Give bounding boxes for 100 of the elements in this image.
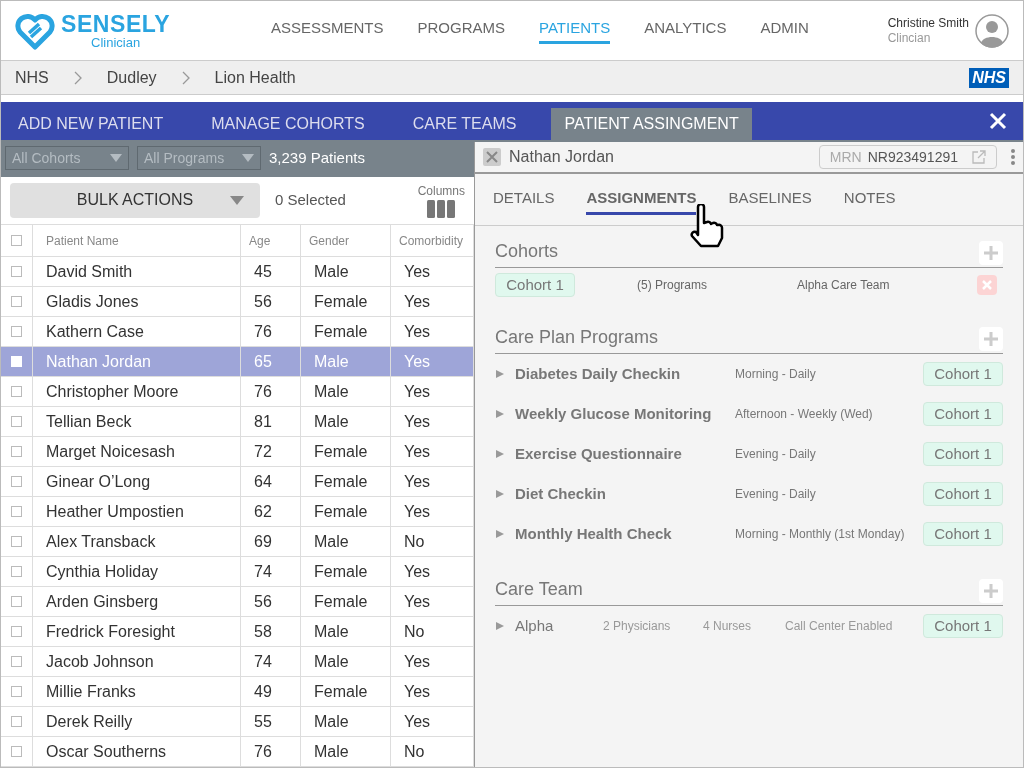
action-tab[interactable]: PATIENT ASSINGMENT (551, 108, 752, 140)
remove-button[interactable] (977, 275, 997, 295)
cohort-tag: Cohort 1 (923, 362, 1003, 386)
program-schedule: Evening - Daily (735, 486, 816, 503)
checkbox[interactable] (11, 716, 22, 727)
table-cell: Female (301, 467, 391, 497)
caret-icon (110, 154, 122, 163)
expand-arrow-icon[interactable] (495, 369, 505, 379)
table-cell: Male (301, 377, 391, 407)
add-button[interactable] (979, 327, 1003, 351)
nav-tab[interactable]: ADMIN (760, 16, 809, 45)
table-cell: Marget Noicesash (33, 437, 241, 467)
selected-count: 0 Selected (275, 190, 346, 211)
table-cell: Yes (391, 347, 474, 377)
breadcrumb-link[interactable]: Lion Health (214, 65, 296, 90)
close-icon[interactable] (989, 112, 1007, 130)
table-cell: 49 (241, 677, 301, 707)
table-cell: Male (301, 257, 391, 287)
checkbox[interactable] (11, 626, 22, 637)
checkbox[interactable] (11, 566, 22, 577)
column-header[interactable]: Age (241, 225, 301, 257)
checkbox[interactable] (11, 326, 22, 337)
more-options-icon[interactable] (1011, 149, 1015, 165)
call-center-status: Call Center Enabled (785, 618, 893, 635)
nav-tab[interactable]: PROGRAMS (417, 16, 506, 45)
panel-tab[interactable]: ASSIGNMENTS (586, 184, 697, 215)
cohort-tag: Cohort 1 (923, 402, 1003, 426)
table-cell: David Smith (33, 257, 241, 287)
table-cell: Female (301, 677, 391, 707)
checkbox[interactable] (11, 506, 22, 517)
program-name[interactable]: Diabetes Daily Checkin (515, 362, 735, 386)
checkbox[interactable] (11, 446, 22, 457)
breadcrumb-link[interactable]: NHS (15, 65, 49, 90)
external-link-icon[interactable] (972, 150, 986, 164)
expand-arrow-icon[interactable] (495, 621, 505, 631)
table-cell: 55 (241, 707, 301, 737)
expand-arrow-icon[interactable] (495, 529, 505, 539)
action-tab[interactable]: MANAGE COHORTS (198, 108, 378, 140)
checkbox[interactable] (11, 296, 22, 307)
checkbox[interactable] (11, 386, 22, 397)
table-cell: Christopher Moore (33, 377, 241, 407)
checkbox[interactable] (11, 476, 22, 487)
add-button[interactable] (979, 241, 1003, 265)
panel-tab[interactable]: NOTES (843, 184, 896, 215)
patient-count: 3,239 Patients (269, 148, 365, 169)
checkbox[interactable] (11, 656, 22, 667)
checkbox[interactable] (11, 266, 22, 277)
panel-tab[interactable]: BASELINES (728, 184, 812, 215)
table-cell: Male (301, 707, 391, 737)
column-header[interactable]: Gender (301, 225, 391, 257)
expand-arrow-icon[interactable] (495, 449, 505, 459)
table-cell: 74 (241, 647, 301, 677)
action-tab[interactable]: CARE TEAMS (399, 108, 530, 140)
columns-icon[interactable] (427, 200, 456, 219)
column-header[interactable]: Patient Name (33, 225, 241, 257)
table-cell: 81 (241, 407, 301, 437)
action-tab[interactable]: ADD NEW PATIENT (5, 108, 177, 140)
program-name[interactable]: Diet Checkin (515, 482, 735, 506)
checkbox[interactable] (11, 235, 22, 246)
nav-tab[interactable]: ASSESSMENTS (271, 16, 384, 45)
cohort-tag: Cohort 1 (923, 442, 1003, 466)
checkbox[interactable] (11, 416, 22, 427)
table-cell: Millie Franks (33, 677, 241, 707)
program-name[interactable]: Monthly Health Check (515, 522, 735, 546)
cohort-tag: Cohort 1 (923, 522, 1003, 546)
nav-tab[interactable]: PATIENTS (539, 16, 611, 45)
program-schedule: Afternoon - Weekly (Wed) (735, 406, 873, 423)
care-team-name: Alpha Care Team (797, 277, 890, 294)
program-name[interactable]: Exercise Questionnaire (515, 442, 735, 466)
table-cell: Male (301, 647, 391, 677)
add-button[interactable] (979, 579, 1003, 603)
avatar-icon[interactable] (975, 13, 1009, 48)
panel-tab[interactable]: DETAILS (493, 184, 555, 215)
expand-arrow-icon[interactable] (495, 409, 505, 419)
plus-icon (983, 583, 999, 599)
caret-icon (242, 154, 254, 163)
table-cell: Male (301, 407, 391, 437)
table-cell: 56 (241, 287, 301, 317)
brand-subtitle: Clinician (91, 35, 141, 49)
checkbox[interactable] (11, 536, 22, 547)
nav-tab[interactable]: ANALYTICS (644, 16, 727, 45)
table-cell: 74 (241, 557, 301, 587)
expand-arrow-icon[interactable] (495, 489, 505, 499)
table-cell: Male (301, 527, 391, 557)
table-cell: Derek Reilly (33, 707, 241, 737)
brand-name: SENSELY (61, 12, 171, 36)
checkbox[interactable] (11, 686, 22, 697)
team-name[interactable]: Alpha (515, 614, 603, 638)
table-cell: Oscar Southerns (33, 737, 241, 767)
cohort-tag: Cohort 1 (495, 273, 575, 297)
checkbox[interactable] (11, 596, 22, 607)
program-name[interactable]: Weekly Glucose Monitoring (515, 402, 735, 426)
table-cell: Female (301, 287, 391, 317)
table-cell: Female (301, 587, 391, 617)
plus-icon (983, 331, 999, 347)
breadcrumb-link[interactable]: Dudley (106, 65, 157, 90)
bulk-actions-dropdown[interactable]: BULK ACTIONS (10, 182, 260, 218)
physicians-count: 2 Physicians (603, 618, 672, 635)
table-cell: 65 (241, 347, 301, 377)
checkbox[interactable] (11, 746, 22, 757)
